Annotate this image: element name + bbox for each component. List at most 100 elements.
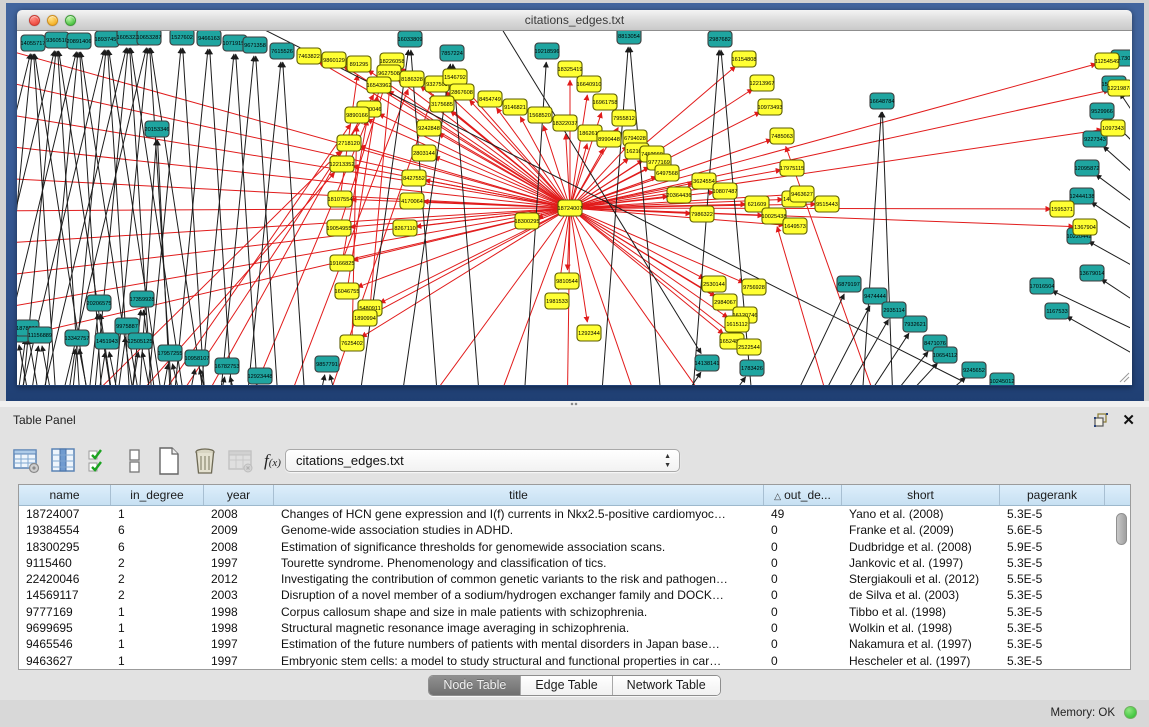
- graph-node[interactable]: 1292344: [577, 325, 601, 341]
- graph-node[interactable]: 17016504: [1030, 278, 1055, 294]
- graph-node[interactable]: 10653287: [137, 31, 162, 45]
- table-row[interactable]: 1456911722003Disruption of a novel membe…: [19, 587, 1130, 603]
- graph-node[interactable]: 18724007: [558, 200, 583, 216]
- graph-node[interactable]: 8813054: [617, 31, 641, 44]
- column-header-in_degree[interactable]: in_degree: [111, 485, 204, 505]
- graph-node[interactable]: 1981533: [545, 293, 569, 309]
- graph-node[interactable]: 2987682: [708, 31, 732, 47]
- graph-node[interactable]: 11254549: [1095, 53, 1119, 69]
- graph-node[interactable]: 8454749: [478, 91, 502, 107]
- graph-node[interactable]: 16640910: [577, 76, 602, 92]
- graph-node[interactable]: 9671358: [243, 37, 267, 53]
- graph-node[interactable]: 4170064: [400, 193, 424, 209]
- graph-node[interactable]: 8990448: [597, 131, 621, 147]
- table-row[interactable]: 911546021997Tourette syndrome. Phenomeno…: [19, 555, 1130, 571]
- graph-node[interactable]: 18322037: [553, 115, 578, 131]
- tab-edge-table[interactable]: Edge Table: [521, 676, 612, 695]
- graph-node[interactable]: 8186328: [400, 71, 424, 87]
- row-selection-icon[interactable]: [86, 445, 116, 477]
- graph-node[interactable]: 9463627: [790, 186, 814, 202]
- graph-node[interactable]: 9860129: [322, 52, 346, 68]
- graph-node[interactable]: 2530144: [702, 276, 726, 292]
- graph-node[interactable]: 16543962: [367, 77, 392, 93]
- graph-node[interactable]: 14138141: [695, 355, 720, 371]
- table-row[interactable]: 946362711997Embryonic stem cells: a mode…: [19, 653, 1130, 669]
- graph-node[interactable]: 9810544: [555, 273, 579, 289]
- graph-node[interactable]: 19054955: [327, 220, 352, 236]
- table-row[interactable]: 1830029562008Estimation of significance …: [19, 539, 1130, 555]
- graph-node[interactable]: 9857791: [315, 356, 339, 372]
- graph-node[interactable]: 1527602: [170, 31, 194, 45]
- graph-node[interactable]: 10654112: [933, 347, 957, 363]
- graph-node[interactable]: 12095872: [1075, 160, 1100, 176]
- graph-node[interactable]: 7857224: [440, 45, 464, 61]
- scrollbar-thumb[interactable]: [1116, 513, 1127, 545]
- graph-node[interactable]: 10958107: [185, 350, 210, 366]
- graph-node[interactable]: 20364436: [667, 187, 692, 203]
- graph-node[interactable]: 10973493: [758, 99, 783, 115]
- graph-node[interactable]: 9466163: [197, 31, 221, 46]
- graph-node[interactable]: 13679014: [1080, 265, 1105, 281]
- graph-node[interactable]: 6497568: [655, 165, 679, 181]
- graph-node[interactable]: 1167533: [1045, 303, 1069, 319]
- column-header-name[interactable]: name: [19, 485, 111, 505]
- graph-node[interactable]: 9146821: [503, 99, 527, 115]
- close-panel-icon[interactable]: ✕: [1122, 411, 1135, 429]
- canvas-resize-grip[interactable]: [1118, 371, 1130, 383]
- graph-node[interactable]: 12923448: [248, 368, 273, 384]
- graph-node[interactable]: 9474444: [863, 288, 887, 304]
- graph-node[interactable]: 1367904: [1073, 219, 1097, 235]
- graph-node[interactable]: 2718120: [337, 135, 361, 151]
- graph-node[interactable]: 10807487: [713, 183, 738, 199]
- row-height-icon[interactable]: [120, 445, 150, 477]
- table-row[interactable]: 969969511998Structural magnetic resonanc…: [19, 620, 1130, 636]
- graph-node[interactable]: 7615526: [270, 43, 294, 59]
- graph-node[interactable]: 1615112: [725, 316, 749, 332]
- graph-node[interactable]: 12219878: [1108, 80, 1130, 96]
- column-header-pagerank[interactable]: pagerank: [1000, 485, 1105, 505]
- table-row[interactable]: 2242004622012Investigating the contribut…: [19, 571, 1130, 587]
- graph-node[interactable]: 7625402: [340, 335, 364, 351]
- graph-node[interactable]: 12213352: [330, 156, 355, 172]
- graph-node[interactable]: 9529966: [1090, 103, 1114, 119]
- tab-network-table[interactable]: Network Table: [613, 676, 720, 695]
- graph-node[interactable]: 1451943: [95, 333, 119, 349]
- graph-node[interactable]: 1097343: [1101, 120, 1125, 136]
- tab-node-table[interactable]: Node Table: [429, 676, 521, 695]
- graph-node[interactable]: 8267110: [393, 220, 417, 236]
- graph-node[interactable]: 18325419: [558, 61, 583, 77]
- graph-node[interactable]: 7932621: [903, 316, 927, 332]
- graph-node[interactable]: 11156889: [28, 327, 52, 343]
- graph-node[interactable]: 12505125: [128, 333, 153, 349]
- graph-node[interactable]: 18300295: [515, 213, 540, 229]
- graph-node[interactable]: 10245012: [990, 373, 1015, 385]
- graph-node[interactable]: 16154808: [732, 51, 757, 67]
- graph-node[interactable]: 1568520: [528, 107, 552, 123]
- graph-node[interactable]: 8427552: [402, 170, 426, 186]
- graph-node[interactable]: 16033809: [398, 31, 423, 47]
- graph-node[interactable]: 1890994: [353, 310, 377, 326]
- graph-node[interactable]: 7955812: [612, 110, 636, 126]
- graph-node[interactable]: 1546792: [443, 69, 467, 85]
- graph-node[interactable]: 1595371: [1050, 201, 1074, 217]
- graph-node[interactable]: 19218596: [535, 43, 560, 59]
- graph-node[interactable]: 9756928: [742, 279, 766, 295]
- graph-node[interactable]: 9360510: [45, 32, 69, 48]
- graph-node[interactable]: 2522544: [737, 339, 761, 355]
- graph-node[interactable]: 12213967: [750, 75, 775, 91]
- graph-node[interactable]: 2935114: [882, 302, 906, 318]
- graph-node[interactable]: 9515443: [815, 196, 839, 212]
- column-header-short[interactable]: short: [842, 485, 1000, 505]
- graph-node[interactable]: 18107554: [328, 191, 353, 207]
- graph-node[interactable]: 13342757: [65, 330, 90, 346]
- graph-node[interactable]: 7485063: [770, 128, 794, 144]
- graph-node[interactable]: 14055717: [21, 35, 46, 51]
- table-row[interactable]: 1938455462009Genome-wide association stu…: [19, 522, 1130, 538]
- graph-node[interactable]: 9245652: [962, 362, 986, 378]
- vertical-scrollbar[interactable]: [1116, 513, 1127, 663]
- delete-column-icon[interactable]: [190, 445, 220, 477]
- graph-node[interactable]: 16782753: [215, 358, 240, 374]
- table-row[interactable]: 977716911998Corpus callosum shape and si…: [19, 604, 1130, 620]
- graph-node[interactable]: 9890166: [345, 107, 369, 123]
- graph-node[interactable]: 16648784: [870, 93, 895, 109]
